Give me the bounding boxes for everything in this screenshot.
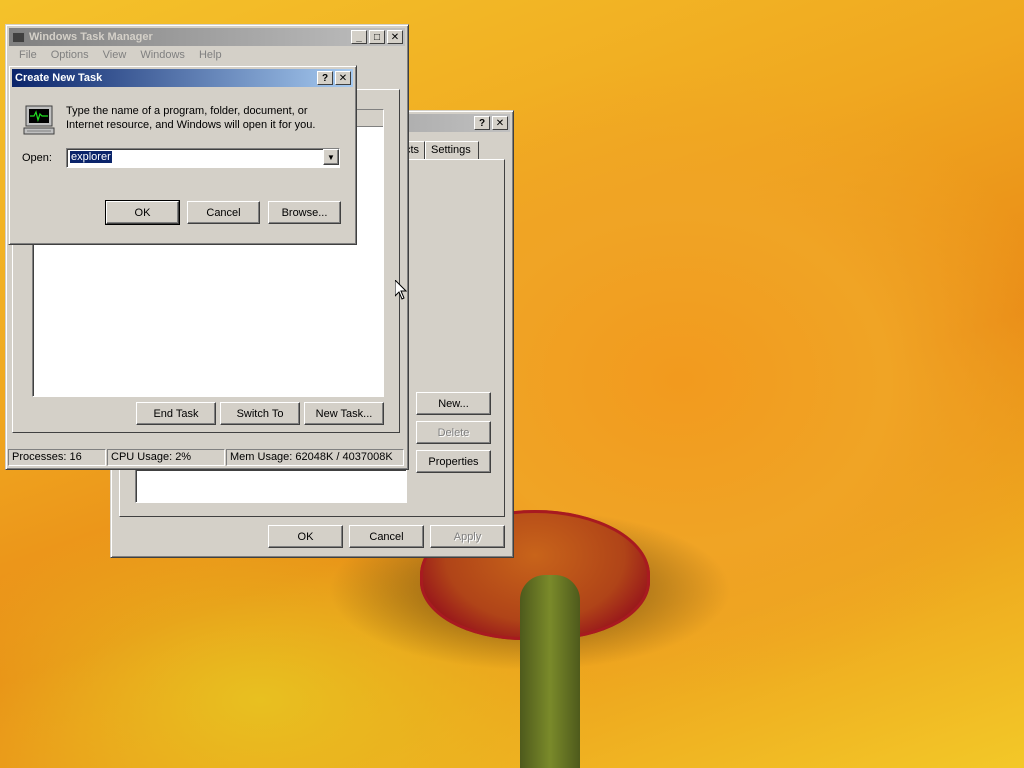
close-icon[interactable]: ✕ — [492, 116, 508, 130]
list-box[interactable] — [135, 469, 407, 503]
menu-windows[interactable]: Windows — [133, 47, 192, 63]
cancel-button[interactable]: Cancel — [187, 201, 260, 224]
cancel-button[interactable]: Cancel — [349, 525, 424, 548]
tab-settings[interactable]: Settings — [425, 141, 479, 159]
close-icon[interactable]: ✕ — [387, 30, 403, 44]
menu-file[interactable]: File — [12, 47, 44, 63]
create-new-task-dialog: Create New Task ? ✕ Type the name of a p… — [8, 65, 357, 245]
browse-button[interactable]: Browse... — [268, 201, 341, 224]
status-cpu: CPU Usage: 2% — [107, 449, 225, 466]
switch-to-button[interactable]: Switch To — [220, 402, 300, 425]
menu-view[interactable]: View — [96, 47, 134, 63]
create-task-titlebar: Create New Task ? ✕ — [12, 69, 353, 87]
menu-help[interactable]: Help — [192, 47, 229, 63]
open-input[interactable]: explorer — [70, 151, 112, 163]
menu-options[interactable]: Options — [44, 47, 96, 63]
task-manager-title: Windows Task Manager — [29, 31, 153, 43]
status-mem: Mem Usage: 62048K / 4037008K — [226, 449, 404, 466]
status-processes: Processes: 16 — [8, 449, 106, 466]
new-task-button[interactable]: New Task... — [304, 402, 384, 425]
create-task-description: Type the name of a program, folder, docu… — [66, 105, 316, 131]
computer-icon — [12, 31, 25, 43]
menu-bar: File Options View Windows Help — [12, 47, 229, 63]
mouse-cursor-icon — [394, 278, 408, 303]
open-label: Open: — [22, 152, 52, 164]
minimize-icon[interactable]: _ — [351, 30, 367, 44]
close-icon[interactable]: ✕ — [335, 71, 351, 85]
create-task-title: Create New Task — [15, 72, 103, 84]
maximize-icon[interactable]: □ — [369, 30, 385, 44]
help-icon[interactable]: ? — [474, 116, 490, 130]
ok-button[interactable]: OK — [105, 200, 180, 225]
task-manager-titlebar: Windows Task Manager _ □ ✕ — [9, 28, 405, 46]
properties-button[interactable]: Properties — [416, 450, 491, 473]
new-button[interactable]: New... — [416, 392, 491, 415]
delete-button[interactable]: Delete — [416, 421, 491, 444]
end-task-button[interactable]: End Task — [136, 402, 216, 425]
flower-stem — [520, 575, 580, 768]
chevron-down-icon[interactable]: ▼ — [323, 149, 339, 165]
ok-button[interactable]: OK — [268, 525, 343, 548]
open-combobox[interactable]: explorer ▼ — [66, 148, 340, 168]
monitor-icon — [23, 104, 55, 136]
help-icon[interactable]: ? — [317, 71, 333, 85]
apply-button[interactable]: Apply — [430, 525, 505, 548]
